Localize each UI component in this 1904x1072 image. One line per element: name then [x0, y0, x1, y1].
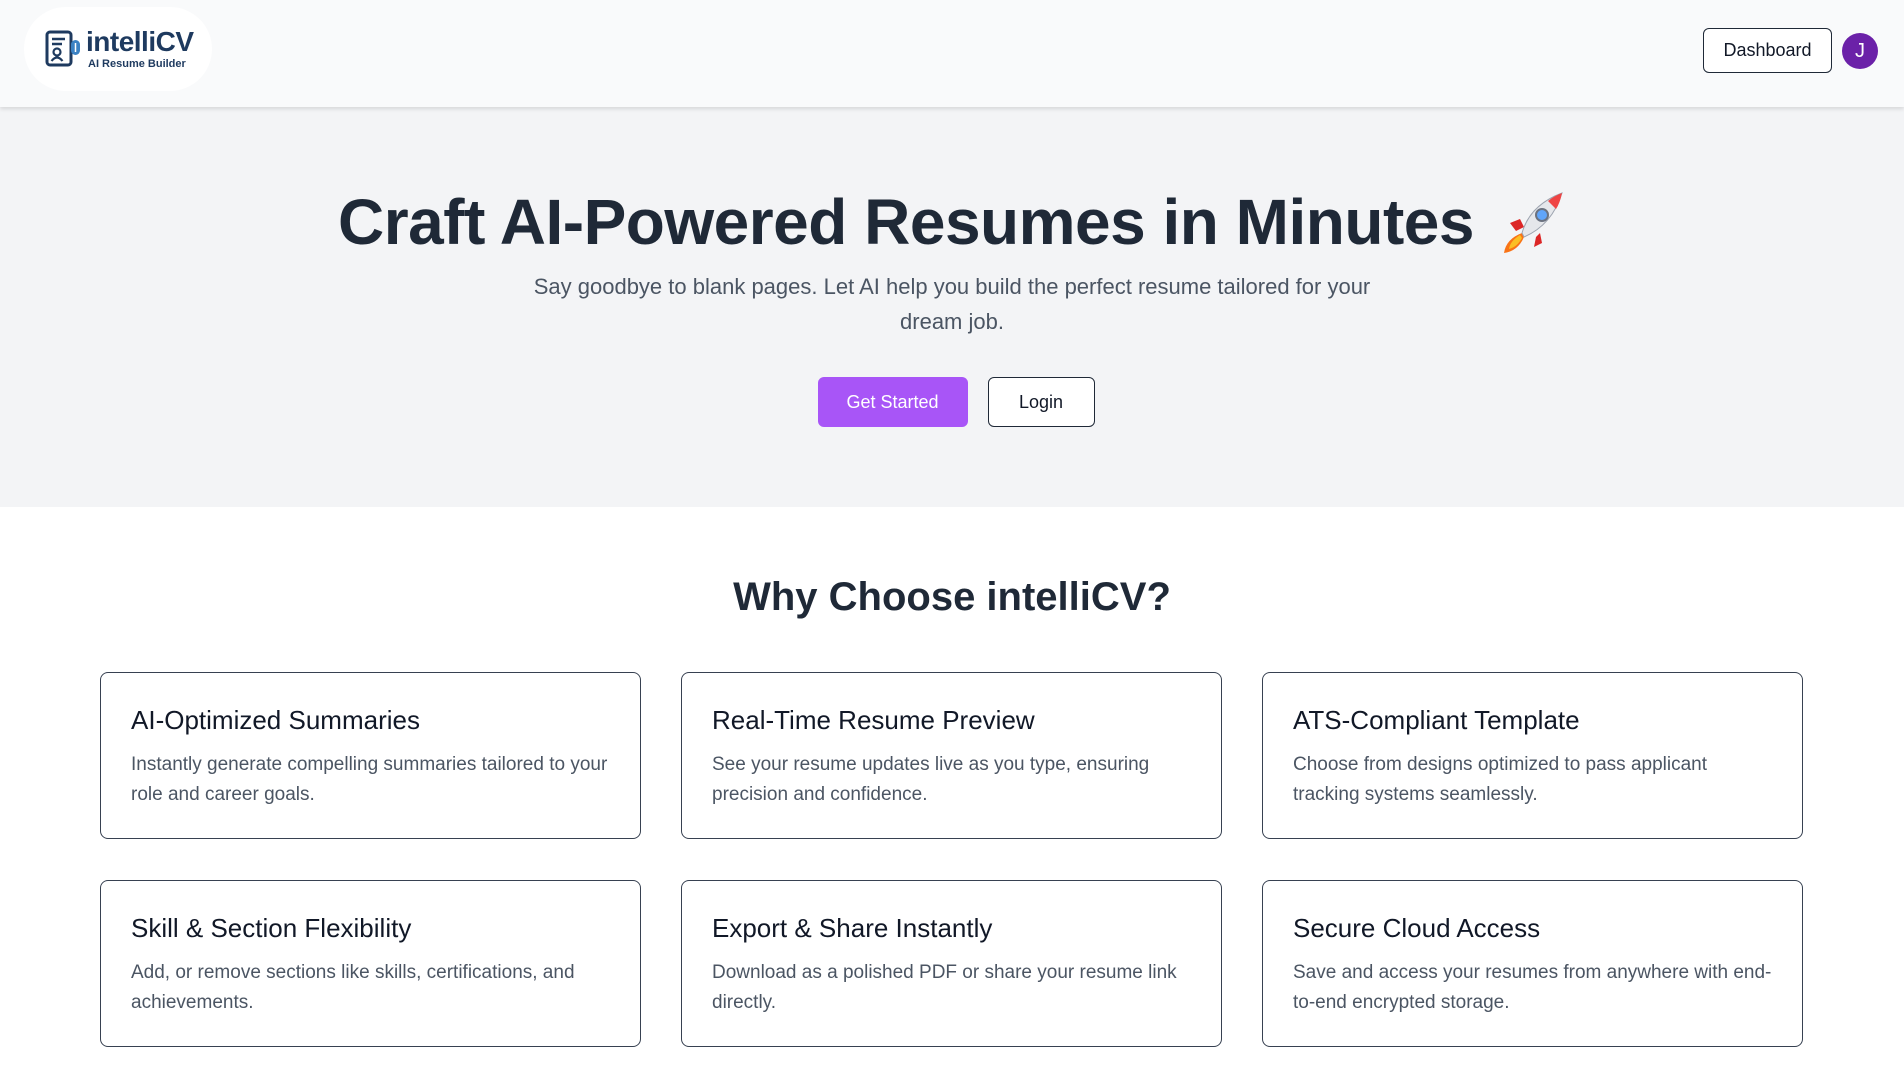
- feature-title: Export & Share Instantly: [712, 913, 993, 943]
- hero-section: Craft AI-Powered Resumes in Minutes Say …: [0, 107, 1904, 507]
- logo-name: intelliCV: [86, 26, 194, 57]
- dashboard-button[interactable]: Dashboard: [1703, 28, 1832, 73]
- logo[interactable]: intelliCV AI Resume Builder: [24, 7, 212, 91]
- features-grid: AI-Optimized Summaries Instantly generat…: [100, 672, 1803, 1047]
- hero-subtitle: Say goodbye to blank pages. Let AI help …: [533, 274, 1371, 334]
- logo-tagline: AI Resume Builder: [88, 58, 186, 70]
- feature-card: ATS-Compliant Template Choose from desig…: [1262, 672, 1803, 839]
- get-started-button[interactable]: Get Started: [817, 377, 968, 427]
- feature-card: Skill & Section Flexibility Add, or remo…: [100, 880, 641, 1047]
- feature-title: Secure Cloud Access: [1293, 913, 1541, 943]
- feature-description: Add, or remove sections like skills, cer…: [131, 962, 575, 1013]
- resume-document-icon: [45, 30, 80, 67]
- feature-description: Download as a polished PDF or share your…: [712, 962, 1177, 1013]
- feature-title: AI-Optimized Summaries: [131, 705, 420, 735]
- rocket-icon: [1503, 192, 1563, 253]
- feature-description: Choose from designs optimized to pass ap…: [1293, 754, 1708, 805]
- hero-actions: Get Started Login: [0, 377, 1904, 427]
- login-button[interactable]: Login: [987, 377, 1095, 427]
- user-avatar[interactable]: J: [1842, 33, 1878, 69]
- feature-card: Real-Time Resume Preview See your resume…: [681, 672, 1222, 839]
- features-title: Why Choose intelliCV?: [733, 575, 1171, 619]
- hero-title: Craft AI-Powered Resumes in Minutes: [338, 186, 1474, 258]
- feature-title: ATS-Compliant Template: [1293, 705, 1580, 735]
- hero-title-row: Craft AI-Powered Resumes in Minutes: [0, 185, 1904, 259]
- feature-title: Real-Time Resume Preview: [712, 705, 1035, 735]
- feature-title: Skill & Section Flexibility: [131, 913, 412, 943]
- feature-description: Save and access your resumes from anywhe…: [1293, 962, 1772, 1013]
- feature-card: AI-Optimized Summaries Instantly generat…: [100, 672, 641, 839]
- top-navbar: intelliCV AI Resume Builder Dashboard J: [0, 0, 1904, 107]
- feature-description: Instantly generate compelling summaries …: [131, 754, 608, 805]
- feature-card: Secure Cloud Access Save and access your…: [1262, 880, 1803, 1047]
- feature-description: See your resume updates live as you type…: [712, 754, 1150, 805]
- feature-card: Export & Share Instantly Download as a p…: [681, 880, 1222, 1047]
